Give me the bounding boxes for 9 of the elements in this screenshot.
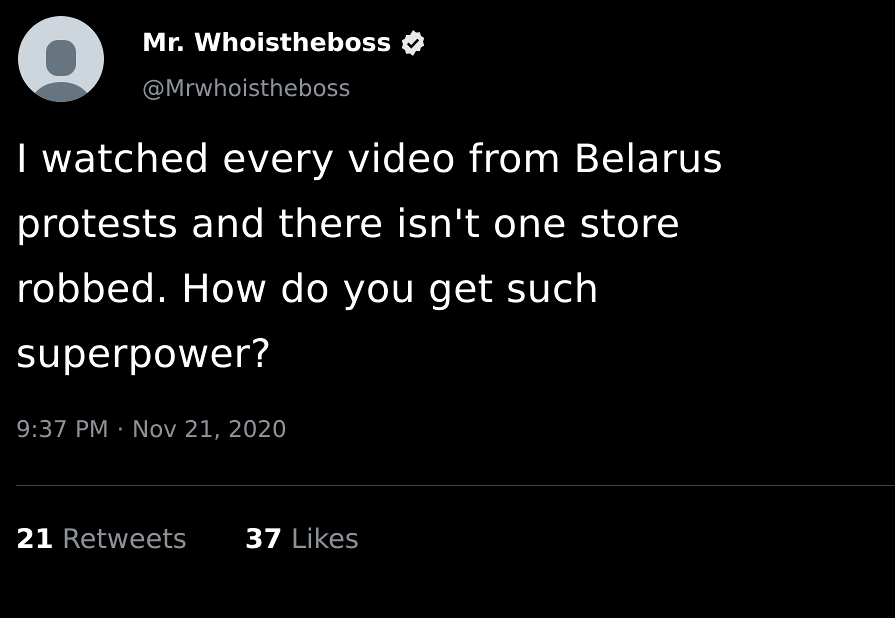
stat-link[interactable]: 37 Likes [244, 520, 359, 560]
avatar-icon [18, 16, 104, 102]
author-handle[interactable]: @Mrwhoistheboss [142, 72, 428, 106]
author-name[interactable]: Mr. Whoistheboss [142, 28, 392, 58]
tweet-time: 9:37 PM [16, 416, 109, 444]
tweet-date: Nov 21, 2020 [132, 416, 287, 444]
separator-dot: · [116, 416, 124, 444]
tweet-text: I watched every video from Belarus protests and there isn't one store robbed. How do you get such superpower? [15, 136, 724, 378]
stat-link[interactable]: 21 Retweets [16, 520, 187, 560]
